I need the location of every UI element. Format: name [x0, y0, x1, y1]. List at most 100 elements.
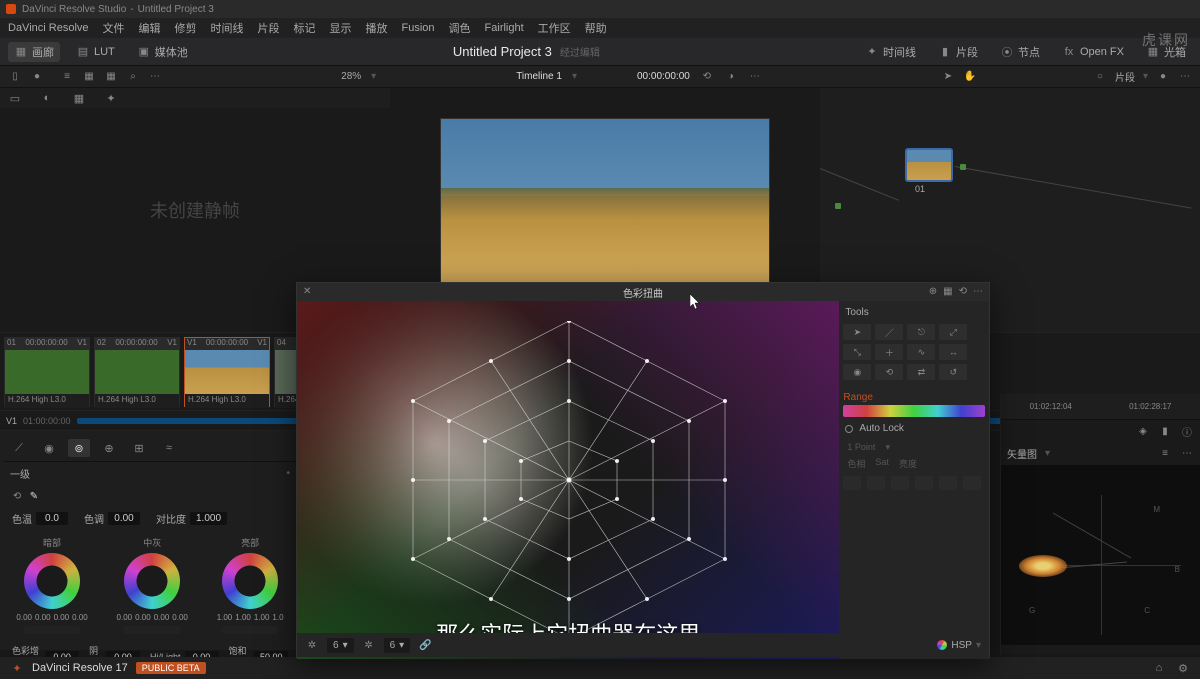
search-icon[interactable]: ⌕	[126, 70, 140, 84]
menu-item[interactable]: Fusion	[402, 22, 435, 34]
scope-info-icon[interactable]: ⓘ	[1180, 424, 1194, 438]
tc-icon[interactable]: ◑	[724, 70, 738, 84]
menu-item[interactable]: 调色	[449, 20, 471, 36]
menu-item[interactable]: 时间线	[211, 20, 244, 36]
warp-target-icon[interactable]: ⊕	[929, 286, 937, 297]
hand-icon[interactable]: ✋	[963, 70, 977, 84]
loop-icon[interactable]: ⟲	[700, 70, 714, 84]
contrast-value[interactable]: 1.000	[190, 512, 227, 525]
range-tool-icon[interactable]: ↔	[939, 344, 967, 360]
convert-tool-icon[interactable]: ⇄	[907, 364, 935, 380]
more3-icon[interactable]: ⋯	[1178, 70, 1192, 84]
nodes-button[interactable]: ⦿节点	[994, 42, 1046, 62]
zoom-select[interactable]: 28%	[341, 71, 361, 82]
menu-item[interactable]: 显示	[330, 20, 352, 36]
timeline-name[interactable]: Timeline 1	[516, 71, 562, 82]
pull-tool-icon[interactable]: ⤢	[939, 324, 967, 340]
dot-icon[interactable]: ●	[30, 70, 44, 84]
aux-icon[interactable]	[867, 476, 885, 490]
close-icon[interactable]: ✕	[303, 286, 311, 297]
scope-more-icon[interactable]: ⋯	[1180, 447, 1194, 461]
menu-item[interactable]: Fairlight	[485, 22, 524, 34]
aux-icon[interactable]	[915, 476, 933, 490]
expand-tool-icon[interactable]: ⤡	[843, 344, 871, 360]
clip-item-selected[interactable]: V100:00:00:00V1 H.264 High L3.0	[184, 337, 270, 407]
home-icon[interactable]: ⌂	[1152, 661, 1166, 675]
circle-icon[interactable]: ○	[1093, 70, 1107, 84]
point-select[interactable]: 1 Point	[847, 442, 875, 453]
menu-item[interactable]: 修剪	[175, 20, 197, 36]
hue-res-select[interactable]: 6▾	[327, 638, 354, 653]
warp-res2-icon[interactable]: ✲	[362, 638, 376, 652]
openfx-button[interactable]: fxOpen FX	[1056, 43, 1130, 61]
dot2-icon[interactable]: ●	[1156, 70, 1170, 84]
menu-item[interactable]: 帮助	[585, 20, 607, 36]
warp-title-bar[interactable]: ✕ 色彩扭曲 ⊕ ▦ ⟲ ⋯	[297, 283, 989, 301]
draw-tool-icon[interactable]: ／	[875, 324, 903, 340]
autolock-toggle[interactable]: Auto Lock	[843, 417, 985, 440]
all-tool-icon[interactable]: ◉	[843, 364, 871, 380]
menu-item[interactable]: DaVinci Resolve	[8, 22, 89, 34]
tab3-icon[interactable]: ▦	[72, 91, 86, 105]
more-icon[interactable]: ⋯	[148, 70, 162, 84]
more2-icon[interactable]: ⋯	[748, 70, 762, 84]
blur-tab-icon[interactable]: ≈	[158, 439, 180, 457]
scope-opts-icon[interactable]: ≡	[1158, 447, 1172, 461]
gamma-wheel[interactable]	[124, 553, 180, 609]
aux-icon[interactable]	[843, 476, 861, 490]
tracker-tab-icon[interactable]: ⊞	[128, 439, 150, 457]
pointer-icon[interactable]: ➤	[941, 70, 955, 84]
media-button[interactable]: ▣ 媒体池	[131, 42, 194, 62]
node-input-dot[interactable]	[835, 203, 841, 209]
scope-presets-icon[interactable]: ◈	[1136, 424, 1150, 438]
gallery-button[interactable]: ▦ 画廊	[8, 42, 60, 62]
grid-sm-icon[interactable]: ▦	[82, 70, 96, 84]
menu-item[interactable]: 播放	[366, 20, 388, 36]
list-icon[interactable]: ≡	[60, 70, 74, 84]
menu-item[interactable]: 文件	[103, 20, 125, 36]
tint-value[interactable]: 0.00	[108, 512, 140, 525]
aux-icon[interactable]	[891, 476, 909, 490]
sat-res-select[interactable]: 6▾	[384, 638, 411, 653]
tab2-icon[interactable]: ◐	[40, 91, 54, 105]
lut-button[interactable]: ▤ LUT	[70, 43, 121, 61]
tab4-icon[interactable]: ✦	[104, 91, 118, 105]
hue-range-bar[interactable]	[843, 405, 985, 417]
node-thumbnail[interactable]	[905, 148, 953, 182]
menu-item[interactable]: 编辑	[139, 20, 161, 36]
gain-wheel[interactable]	[222, 553, 278, 609]
lift-slider[interactable]	[24, 626, 80, 634]
aux-icon[interactable]	[963, 476, 981, 490]
aux-icon[interactable]	[939, 476, 957, 490]
invert-tool-icon[interactable]: ⟲	[875, 364, 903, 380]
add-tool-icon[interactable]: ＋	[875, 344, 903, 360]
warp-reset-icon[interactable]: ⟲	[959, 286, 967, 297]
node-output-dot[interactable]	[960, 164, 966, 170]
window-tab-icon[interactable]: ⊕	[98, 439, 120, 457]
clip-item[interactable]: 0200:00:00:00V1 H.264 High L3.0	[94, 337, 180, 407]
warp-grid-icon[interactable]: ▦	[943, 286, 952, 297]
reset2-tool-icon[interactable]: ↺	[939, 364, 967, 380]
picker-icon[interactable]: ✎	[27, 489, 41, 503]
warper-hex-grid[interactable]	[389, 321, 749, 639]
clip-mode[interactable]: 片段	[1115, 69, 1135, 84]
colorspace-select[interactable]: HSP ▾	[937, 640, 981, 651]
select-tool-icon[interactable]: ➤	[843, 324, 871, 340]
gain-slider[interactable]	[222, 626, 278, 634]
scope-chart-icon[interactable]: ▮	[1158, 424, 1172, 438]
warp-more-icon[interactable]: ⋯	[973, 286, 983, 297]
stack-icon[interactable]: ▯	[8, 70, 22, 84]
scope-label[interactable]: 矢量图	[1007, 446, 1037, 461]
tab1-icon[interactable]: ▭	[8, 91, 22, 105]
temp-value[interactable]: 0.0	[36, 512, 68, 525]
menu-item[interactable]: 工作区	[538, 20, 571, 36]
gamma-slider[interactable]	[124, 626, 180, 634]
color-warper-canvas[interactable]: 那么实际上它扭曲器在这里	[297, 301, 839, 659]
settings-icon[interactable]: ⚙	[1176, 661, 1190, 675]
grid-lg-icon[interactable]: ▦	[104, 70, 118, 84]
clip-item[interactable]: 0100:00:00:00V1 H.264 High L3.0	[4, 337, 90, 407]
keyframe-timeline[interactable]: 01:02:12:04 01:02:28:17	[1001, 394, 1200, 420]
wheels-tab-icon[interactable]: ⊚	[68, 439, 90, 457]
smooth-tool-icon[interactable]: ∿	[907, 344, 935, 360]
clips-button[interactable]: ▮片段	[932, 42, 984, 62]
